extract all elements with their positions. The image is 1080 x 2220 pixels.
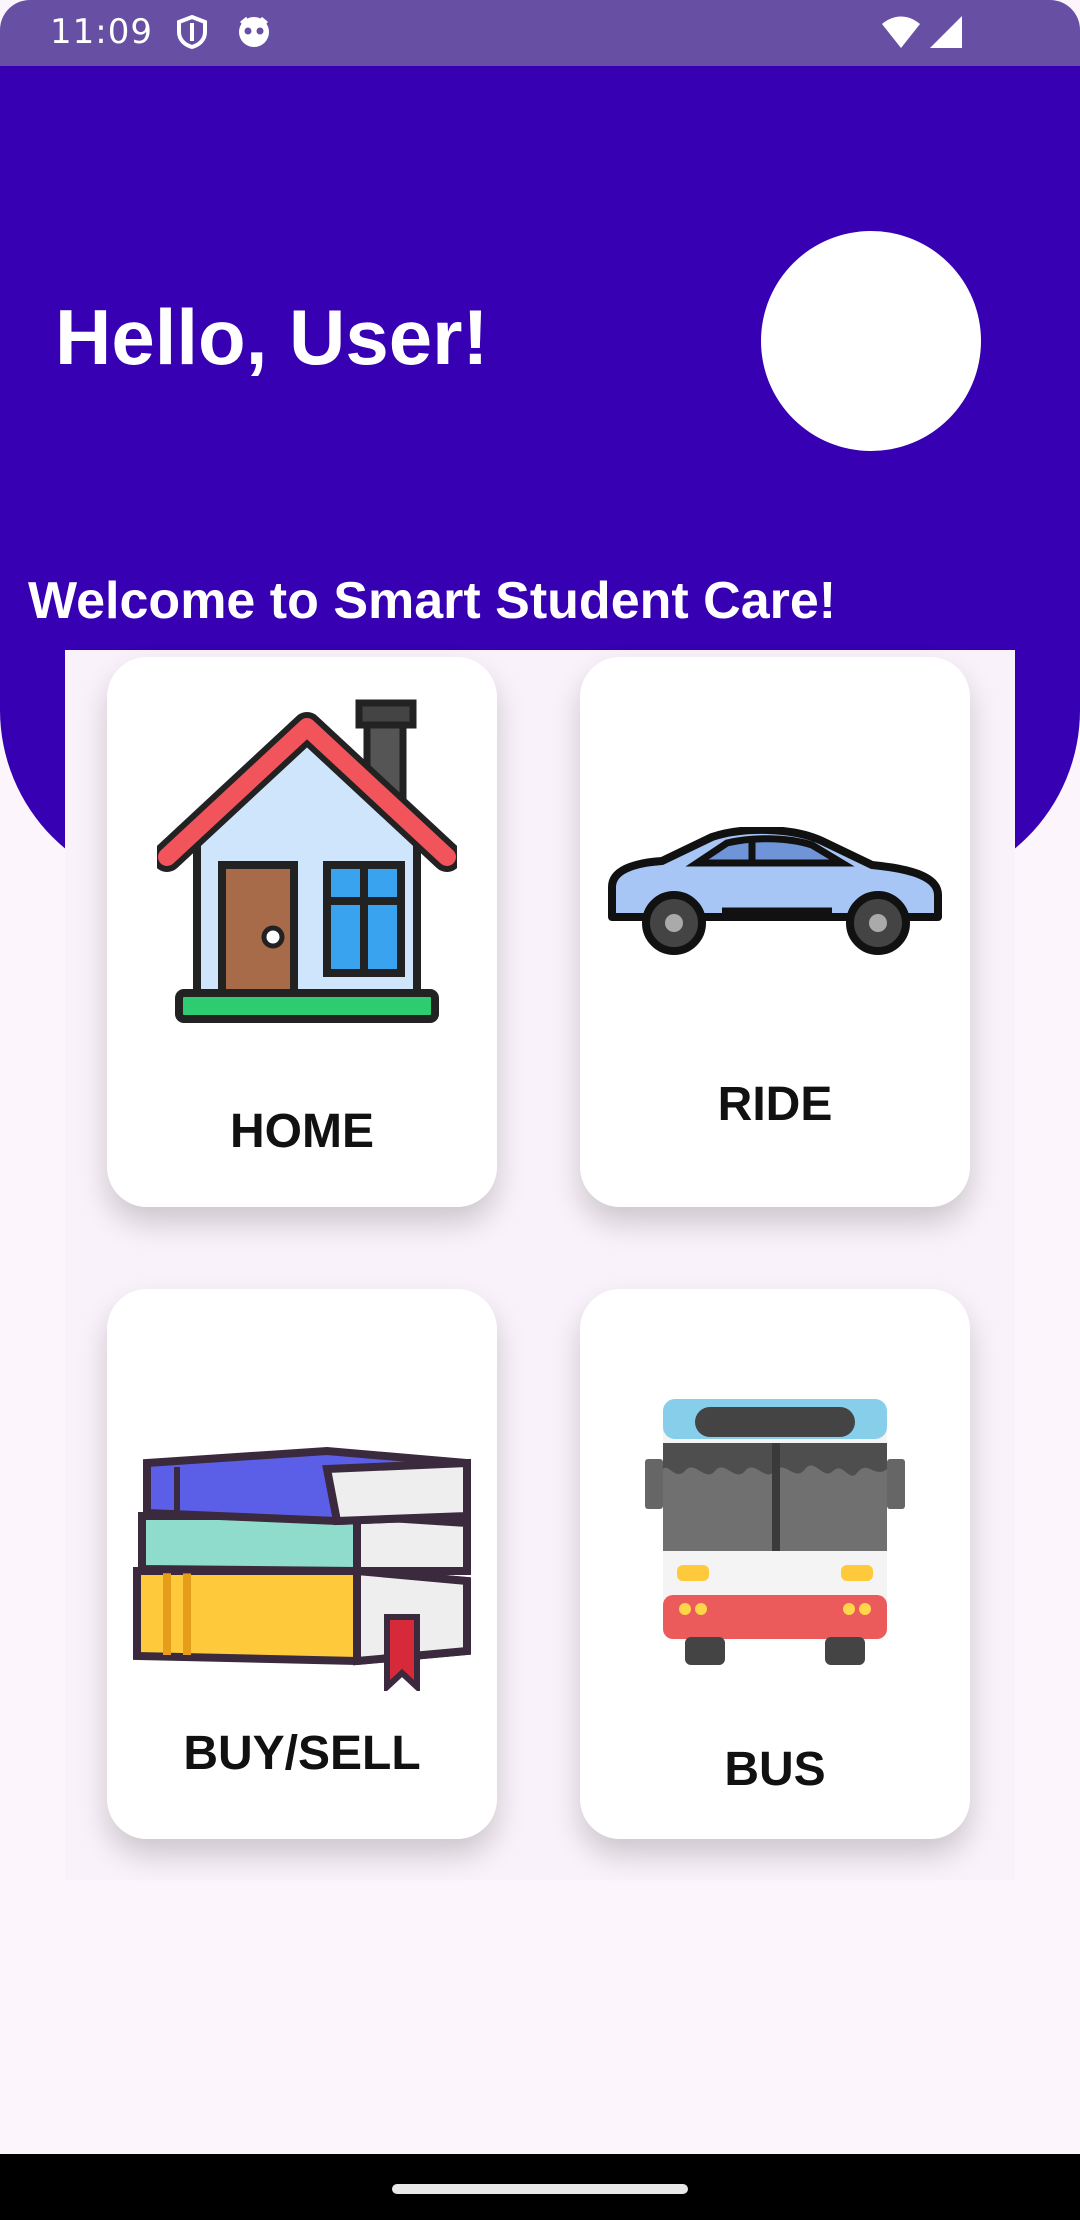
buy-sell-card[interactable]: BUY/SELL bbox=[107, 1289, 497, 1839]
ride-card[interactable]: RIDE bbox=[580, 657, 970, 1207]
status-time: 11:09 bbox=[50, 12, 153, 52]
status-bar: 11:09 bbox=[0, 0, 1080, 66]
shield-icon bbox=[175, 14, 209, 55]
greeting-title: Hello, User! bbox=[55, 293, 489, 381]
wifi-icon bbox=[880, 14, 922, 55]
buy-sell-card-label: BUY/SELL bbox=[183, 1727, 421, 1780]
bus-icon bbox=[645, 1399, 905, 1674]
ride-card-label: RIDE bbox=[717, 1078, 833, 1131]
avatar[interactable] bbox=[761, 231, 981, 451]
home-card-label: HOME bbox=[230, 1105, 374, 1158]
bus-card[interactable]: BUS bbox=[580, 1289, 970, 1839]
car-icon bbox=[602, 825, 948, 972]
home-card[interactable]: HOME bbox=[107, 657, 497, 1207]
cell-signal-icon bbox=[928, 14, 964, 55]
notification-face-icon bbox=[236, 14, 272, 55]
house-icon bbox=[152, 697, 462, 1042]
welcome-text: Welcome to Smart Student Care! bbox=[28, 572, 837, 630]
bus-card-label: BUS bbox=[724, 1743, 826, 1796]
home-indicator[interactable] bbox=[392, 2184, 688, 2194]
books-icon bbox=[127, 1441, 477, 1696]
